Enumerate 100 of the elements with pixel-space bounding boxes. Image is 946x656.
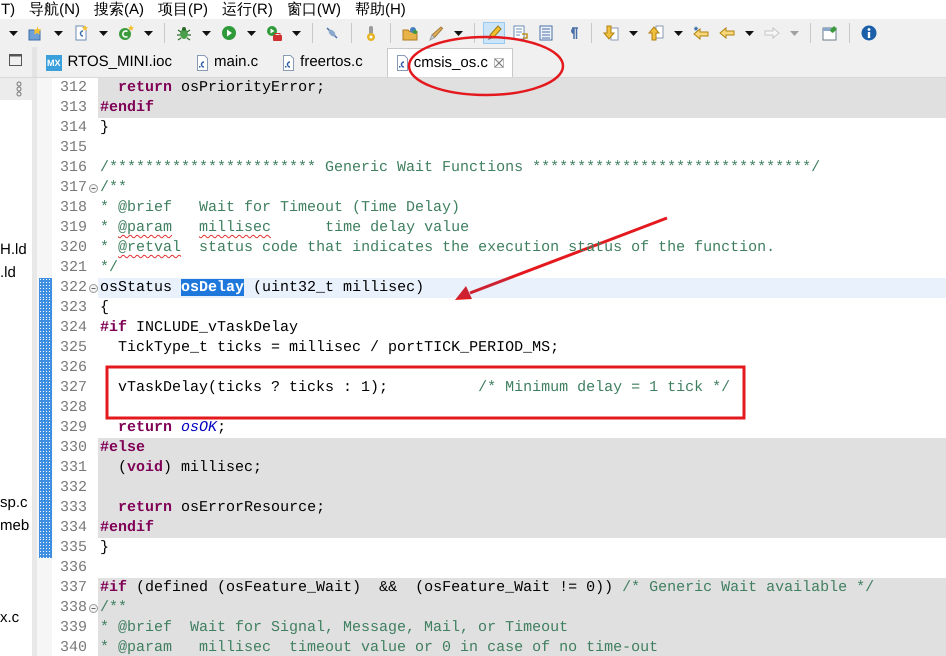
dropdown-arrow-icon[interactable] (247, 30, 256, 36)
code-line: #if INCLUDE_vTaskDelay (99, 318, 300, 338)
line-number: 329 (58, 418, 88, 438)
code-line: return osOK; (117, 418, 228, 438)
line-number: 317 (58, 178, 88, 198)
toolbar-separator (849, 23, 850, 43)
line-number: 327 (58, 378, 88, 398)
line-number: 315 (58, 138, 88, 158)
code-line: /** (99, 178, 128, 198)
tree-item[interactable]: sp.c (0, 491, 32, 514)
line-number: 336 (58, 558, 88, 578)
tree-item[interactable]: .ld (0, 261, 32, 284)
line-number: 316 (58, 158, 88, 178)
line-number: 314 (58, 118, 88, 138)
project-star-icon[interactable] (28, 25, 44, 41)
line-number: 319 (58, 218, 88, 238)
toolbar-separator (810, 23, 811, 43)
line-number: 323 (58, 298, 88, 318)
dropdown-arrow-icon[interactable] (54, 30, 63, 36)
menu-item[interactable]: 运行(R) (222, 0, 273, 19)
dropdown-arrow-icon[interactable] (202, 30, 211, 36)
toolbar-separator (164, 23, 165, 43)
menu-item[interactable]: 帮助(H) (354, 0, 406, 19)
folder-icon[interactable] (402, 25, 418, 41)
run-toolbox-icon[interactable] (266, 25, 282, 41)
editor-tab[interactable]: main.c (190, 48, 264, 77)
collapse-icon[interactable] (88, 284, 98, 292)
editor-tab[interactable]: freertos.c (276, 48, 369, 77)
document-list-icon[interactable] (538, 25, 554, 41)
dropdown-arrow-icon[interactable] (144, 30, 153, 36)
brush-icon[interactable] (428, 25, 444, 41)
line-number: 338 (58, 598, 88, 618)
menu-item[interactable]: 搜索(A) (94, 0, 144, 19)
menu-item[interactable]: T) (1, 0, 16, 19)
code-line: /*********************** Generic Wait Functions *******************************/ (99, 158, 822, 178)
line-number: 339 (58, 618, 88, 638)
code-line: TickType_t ticks = millisec / portTICK_PERIOD_MS; (117, 338, 560, 358)
line-number: 313 (58, 98, 88, 118)
c-file-icon (396, 55, 408, 71)
editor-tab[interactable]: MX RTOS_MINI.ioc (40, 48, 178, 77)
new-file-icon[interactable] (73, 25, 89, 41)
dropdown-arrow-icon[interactable] (629, 30, 638, 36)
code-line: { (99, 298, 110, 318)
line-number: 330 (58, 438, 88, 458)
line-number: 328 (58, 398, 88, 418)
line-number: 320 (58, 238, 88, 258)
dropdown-arrow-icon[interactable] (745, 30, 754, 36)
tree-item[interactable]: x.c (0, 606, 32, 629)
collapse-icon[interactable] (88, 184, 98, 192)
line-number: 326 (58, 358, 88, 378)
toolbar-separator (312, 23, 313, 43)
code-line: */ (99, 258, 120, 278)
line-number: 331 (58, 458, 88, 478)
dropdown-arrow-icon[interactable] (99, 30, 108, 36)
dropdown-arrow-icon[interactable] (454, 30, 463, 36)
maximize-icon[interactable] (8, 54, 22, 66)
line-number: 340 (58, 638, 88, 656)
back-arrow-icon[interactable] (719, 25, 735, 41)
view-menu-icon[interactable] (16, 81, 22, 97)
code-line: vTaskDelay(ticks ? ticks : 1); /* Minimum delay = 1 tick */ (117, 378, 732, 398)
line-number: 312 (58, 78, 88, 98)
line-number: 325 (58, 338, 88, 358)
dropdown-arrow-icon[interactable] (292, 30, 301, 36)
menu-item[interactable]: 窗口(W) (286, 0, 341, 19)
line-number: 324 (58, 318, 88, 338)
tree-item[interactable]: H.ld (0, 238, 32, 261)
menu-item[interactable]: 导航(N) (29, 0, 80, 19)
line-number: 334 (58, 518, 88, 538)
line-number: 337 (58, 578, 88, 598)
toolbar-separator (390, 23, 391, 43)
previous-annotation-icon[interactable] (648, 25, 664, 41)
editor-tab[interactable]: cmsis_os.c (386, 48, 513, 77)
line-number: 318 (58, 198, 88, 218)
menu-item[interactable]: 项目(P) (158, 0, 208, 19)
code-line: } (99, 118, 110, 138)
dropdown-arrow-icon[interactable] (674, 30, 683, 36)
close-icon[interactable] (494, 58, 504, 68)
code-line: } (99, 538, 110, 558)
new-class-icon[interactable] (118, 25, 134, 41)
line-number: 321 (58, 258, 88, 278)
window-pin-icon[interactable] (822, 25, 838, 41)
back-star-icon[interactable] (693, 25, 709, 41)
code-line: * @brief Wait for Timeout (Time Delay) (99, 198, 462, 218)
c-file-icon (282, 54, 294, 70)
collapse-icon[interactable] (88, 604, 98, 612)
document-edit-icon[interactable] (512, 25, 528, 41)
run-icon[interactable] (221, 25, 237, 41)
next-annotation-icon[interactable] (603, 25, 619, 41)
pin-icon[interactable] (324, 25, 340, 41)
bug-icon[interactable] (176, 25, 192, 41)
tree-item[interactable]: meb (0, 514, 32, 537)
line-number: 322 (58, 278, 88, 298)
dropdown-arrow-icon[interactable] (9, 30, 18, 36)
info-icon[interactable] (861, 25, 877, 41)
code-line: * @param millisec time delay value (99, 218, 470, 238)
line-number: 333 (58, 498, 88, 518)
c-file-icon (196, 54, 208, 70)
toolbar-separator (591, 23, 592, 43)
toolbar-separator (474, 23, 475, 43)
toolbar-separator (351, 23, 352, 43)
